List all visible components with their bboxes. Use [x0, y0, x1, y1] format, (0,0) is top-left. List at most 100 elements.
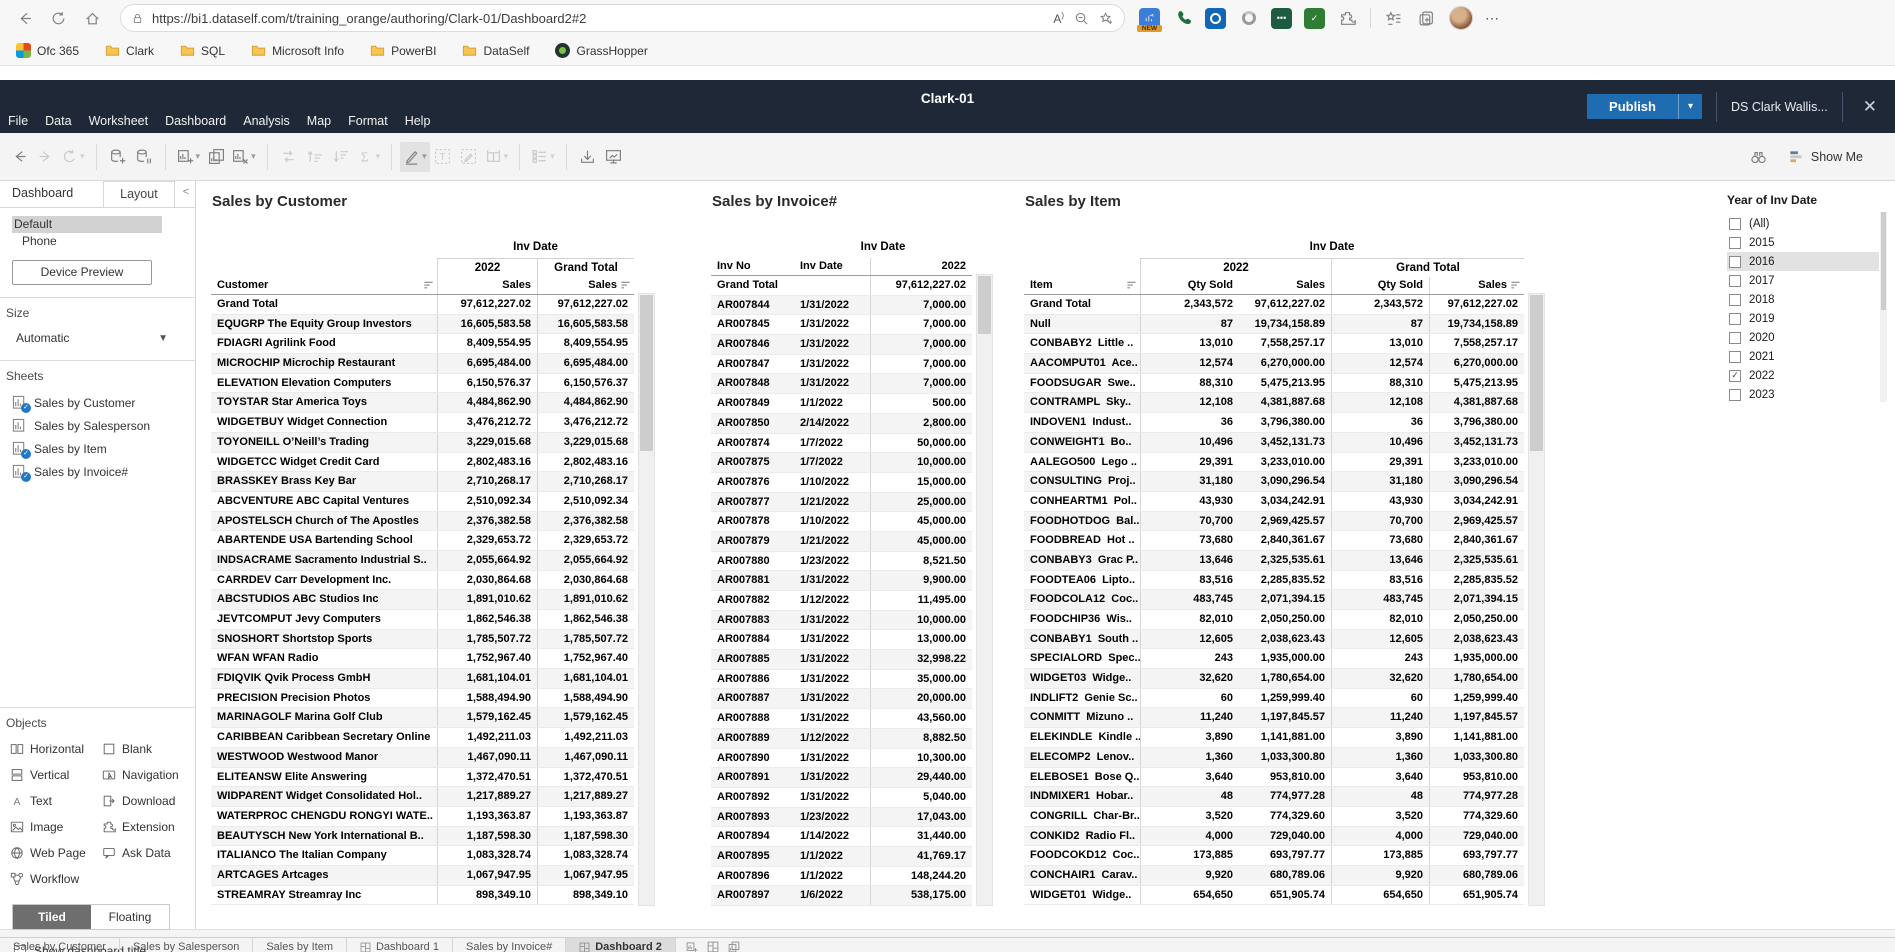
value-cell[interactable]: 1,785,507.72: [537, 630, 634, 649]
value-cell[interactable]: 1,217,889.27: [437, 787, 537, 806]
value-cell[interactable]: 15,000.00: [870, 473, 972, 492]
row-header-cell[interactable]: AR007885: [711, 650, 794, 669]
value-cell[interactable]: 12,605: [1331, 630, 1429, 649]
sort-icon[interactable]: [1510, 280, 1521, 291]
table-row[interactable]: ITALIANCO The Italian Company1,083,328.7…: [211, 846, 634, 866]
sheet-item-sales-by-item[interactable]: ✓Sales by Item: [12, 437, 189, 460]
row-header-cell[interactable]: AR007848: [711, 374, 794, 393]
row-header-cell[interactable]: CONKID2 Radio Fl..: [1024, 827, 1140, 846]
value-cell[interactable]: 1,372,470.51: [537, 768, 634, 787]
download-button[interactable]: [575, 142, 601, 172]
table-row[interactable]: FDIAGRI Agrilink Food8,409,554.958,409,5…: [211, 334, 634, 354]
row-header-cell[interactable]: ELEVATION Elevation Computers: [211, 374, 437, 393]
value-cell[interactable]: 6,270,000.00: [1429, 354, 1524, 373]
table-row[interactable]: FOODTEA06 Lipto..83,5162,285,835.5283,51…: [1024, 571, 1524, 591]
value-cell[interactable]: 82,010: [1331, 610, 1429, 629]
value-cell[interactable]: 1,752,967.40: [437, 649, 537, 668]
value-cell[interactable]: 1,033,300.80: [1239, 748, 1331, 767]
browser-refresh-button[interactable]: [44, 4, 72, 32]
value-cell[interactable]: 729,040.00: [1239, 827, 1331, 846]
year-group-header[interactable]: 2022: [1140, 258, 1331, 277]
column-field-header[interactable]: Inv Date: [794, 238, 972, 258]
row-header-cell[interactable]: WIDGETBUY Widget Connection: [211, 413, 437, 432]
year-checkbox[interactable]: [1729, 256, 1741, 268]
value-cell[interactable]: 3,890: [1140, 728, 1239, 747]
column-field-header[interactable]: Inv Date: [1140, 238, 1524, 258]
browser-home-button[interactable]: [78, 4, 106, 32]
value-cell[interactable]: 36: [1140, 413, 1239, 432]
value-cell[interactable]: 2,329,653.72: [537, 531, 634, 550]
table-row[interactable]: ELECOMP2 Lenov..1,3601,033,300.801,3601,…: [1024, 748, 1524, 768]
value-cell[interactable]: 13,646: [1331, 551, 1429, 570]
row-header-cell[interactable]: AR007892: [711, 788, 794, 807]
swap-axes-button[interactable]: [276, 142, 302, 172]
row-header-cell[interactable]: CONBABY1 South ..: [1024, 630, 1140, 649]
table-row[interactable]: INDLIFT2 Genie Sc..601,259,999.40601,259…: [1024, 689, 1524, 709]
table-row[interactable]: STREAMRAY Streamray Inc898,349.10898,349…: [211, 886, 634, 906]
value-cell[interactable]: 8,409,554.95: [537, 334, 634, 353]
value-cell[interactable]: 10,300.00: [870, 749, 972, 768]
value-cell[interactable]: 6,695,484.00: [537, 354, 634, 373]
value-cell[interactable]: 43,930: [1331, 492, 1429, 511]
row-header-cell[interactable]: SPECIALORD Spec..: [1024, 649, 1140, 668]
value-cell[interactable]: 1/12/2022: [794, 729, 870, 748]
value-cell[interactable]: 32,998.22: [870, 650, 972, 669]
value-cell[interactable]: 73,680: [1140, 531, 1239, 550]
value-cell[interactable]: 12,108: [1140, 393, 1239, 412]
value-cell[interactable]: 7,558,257.17: [1429, 334, 1524, 353]
value-cell[interactable]: 1/31/2022: [794, 571, 870, 590]
row-header-cell[interactable]: Null: [1024, 315, 1140, 334]
value-cell[interactable]: 60: [1331, 689, 1429, 708]
value-cell[interactable]: 774,977.28: [1239, 787, 1331, 806]
value-cell[interactable]: 70,700: [1331, 512, 1429, 531]
row-header-cell[interactable]: PRECISION Precision Photos: [211, 689, 437, 708]
value-cell[interactable]: 9,900.00: [870, 571, 972, 590]
collections-icon[interactable]: [1416, 8, 1437, 29]
value-cell[interactable]: 1/10/2022: [794, 512, 870, 531]
menu-dashboard[interactable]: Dashboard: [165, 114, 226, 128]
extension-dots-icon[interactable]: •••: [1271, 8, 1292, 29]
value-cell[interactable]: 953,810.00: [1239, 768, 1331, 787]
value-cell[interactable]: 898,349.10: [537, 886, 634, 905]
row-header-cell[interactable]: AACOMPUT01 Ace..: [1024, 354, 1140, 373]
pause-auto-updates-button[interactable]: [131, 142, 157, 172]
year-column-header[interactable]: 2022: [870, 258, 972, 275]
year-checkbox[interactable]: [1729, 275, 1741, 287]
value-cell[interactable]: 4,381,887.68: [1429, 393, 1524, 412]
table-row[interactable]: CONBABY3 Grac P..13,6462,325,535.6113,64…: [1024, 551, 1524, 571]
table-row[interactable]: WFAN WFAN Radio1,752,967.401,752,967.40: [211, 649, 634, 669]
value-cell[interactable]: 1/31/2022: [794, 335, 870, 354]
row-header-cell[interactable]: MARINAGOLF Marina Golf Club: [211, 708, 437, 727]
value-cell[interactable]: 2,710,268.17: [437, 472, 537, 491]
value-cell[interactable]: 1,780,654.00: [1429, 669, 1524, 688]
table-row[interactable]: AALEGO500 Lego ..29,3913,233,010.0029,39…: [1024, 453, 1524, 473]
row-header-cell[interactable]: AR007887: [711, 689, 794, 708]
row-header-cell[interactable]: AR007883: [711, 611, 794, 630]
row-header-cell[interactable]: CONBABY2 Little ..: [1024, 334, 1140, 353]
value-cell[interactable]: 1,492,211.03: [437, 728, 537, 747]
row-header-cell[interactable]: WIDPARENT Widget Consolidated Hol..: [211, 787, 437, 806]
table-row[interactable]: AR0078502/14/20222,800.00: [711, 414, 972, 434]
value-cell[interactable]: 2,325,535.61: [1239, 551, 1331, 570]
value-cell[interactable]: 25,000.00: [870, 493, 972, 512]
publish-button[interactable]: Publish: [1587, 94, 1678, 119]
value-cell[interactable]: 87: [1331, 315, 1429, 334]
value-cell[interactable]: 13,646: [1140, 551, 1239, 570]
value-cell[interactable]: 73,680: [1331, 531, 1429, 550]
bottom-tab-sales-by-salesperson[interactable]: Sales by Salesperson: [120, 938, 253, 952]
text-object-button[interactable]: T: [430, 142, 456, 172]
table-row[interactable]: TOYONEILL O’Neill’s Trading3,229,015.683…: [211, 433, 634, 453]
item-table-scrollbar[interactable]: [1528, 293, 1545, 906]
year-filter-item-2020[interactable]: 2020: [1727, 328, 1879, 347]
object-download[interactable]: Download: [102, 790, 198, 812]
row-header-cell[interactable]: APOSTELSCH Church of The Apostles: [211, 512, 437, 531]
row-header-cell[interactable]: CONCHAIR1 Carav..: [1024, 866, 1140, 885]
cell-structure-button[interactable]: ▾: [528, 142, 558, 172]
extension-check-icon[interactable]: ✓: [1304, 8, 1325, 29]
value-cell[interactable]: 1,141,881.00: [1429, 728, 1524, 747]
value-cell[interactable]: 1/23/2022: [794, 808, 870, 827]
value-cell[interactable]: 5,475,213.95: [1239, 374, 1331, 393]
table-row[interactable]: CARRDEV Carr Development Inc.2,030,864.6…: [211, 571, 634, 591]
redo-button[interactable]: [32, 142, 58, 172]
value-cell[interactable]: 88,310: [1331, 374, 1429, 393]
